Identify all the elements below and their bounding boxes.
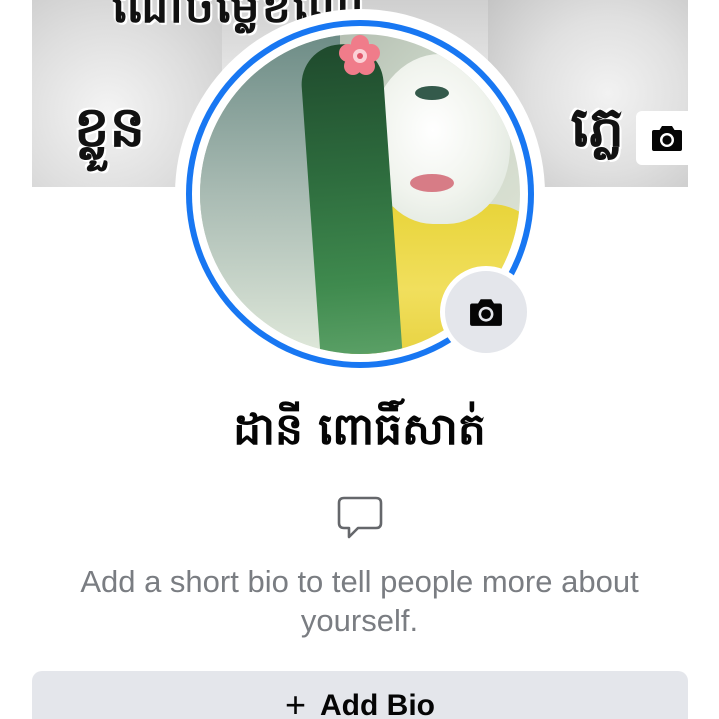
profile-name: ដានី ពោធិ៍សាត់	[233, 404, 486, 455]
edit-cover-photo-button[interactable]	[636, 111, 688, 165]
cover-caption-left: ខ្លួន	[74, 94, 146, 160]
camera-icon	[470, 299, 502, 326]
speech-bubble-icon	[337, 496, 383, 539]
bio-prompt: Add a short bio to tell people more abou…	[80, 564, 639, 638]
plus-icon: +	[284, 684, 307, 719]
edit-profile-picture-button[interactable]	[440, 266, 532, 358]
flower-sticker-icon	[339, 35, 380, 75]
avatar-photo-eye	[415, 86, 449, 100]
cover-caption-right: ភ្លេ	[570, 94, 624, 160]
camera-icon	[652, 126, 682, 151]
add-bio-label: Add Bio	[320, 689, 435, 719]
profile-screen: ណែចម្លេខណៃ ខ្លួន ភ្លេ ដានី ពោធិ៍សាត់ Add…	[0, 0, 719, 719]
avatar-photo-lips	[410, 174, 454, 192]
add-bio-button[interactable]: + Add Bio	[32, 671, 688, 719]
